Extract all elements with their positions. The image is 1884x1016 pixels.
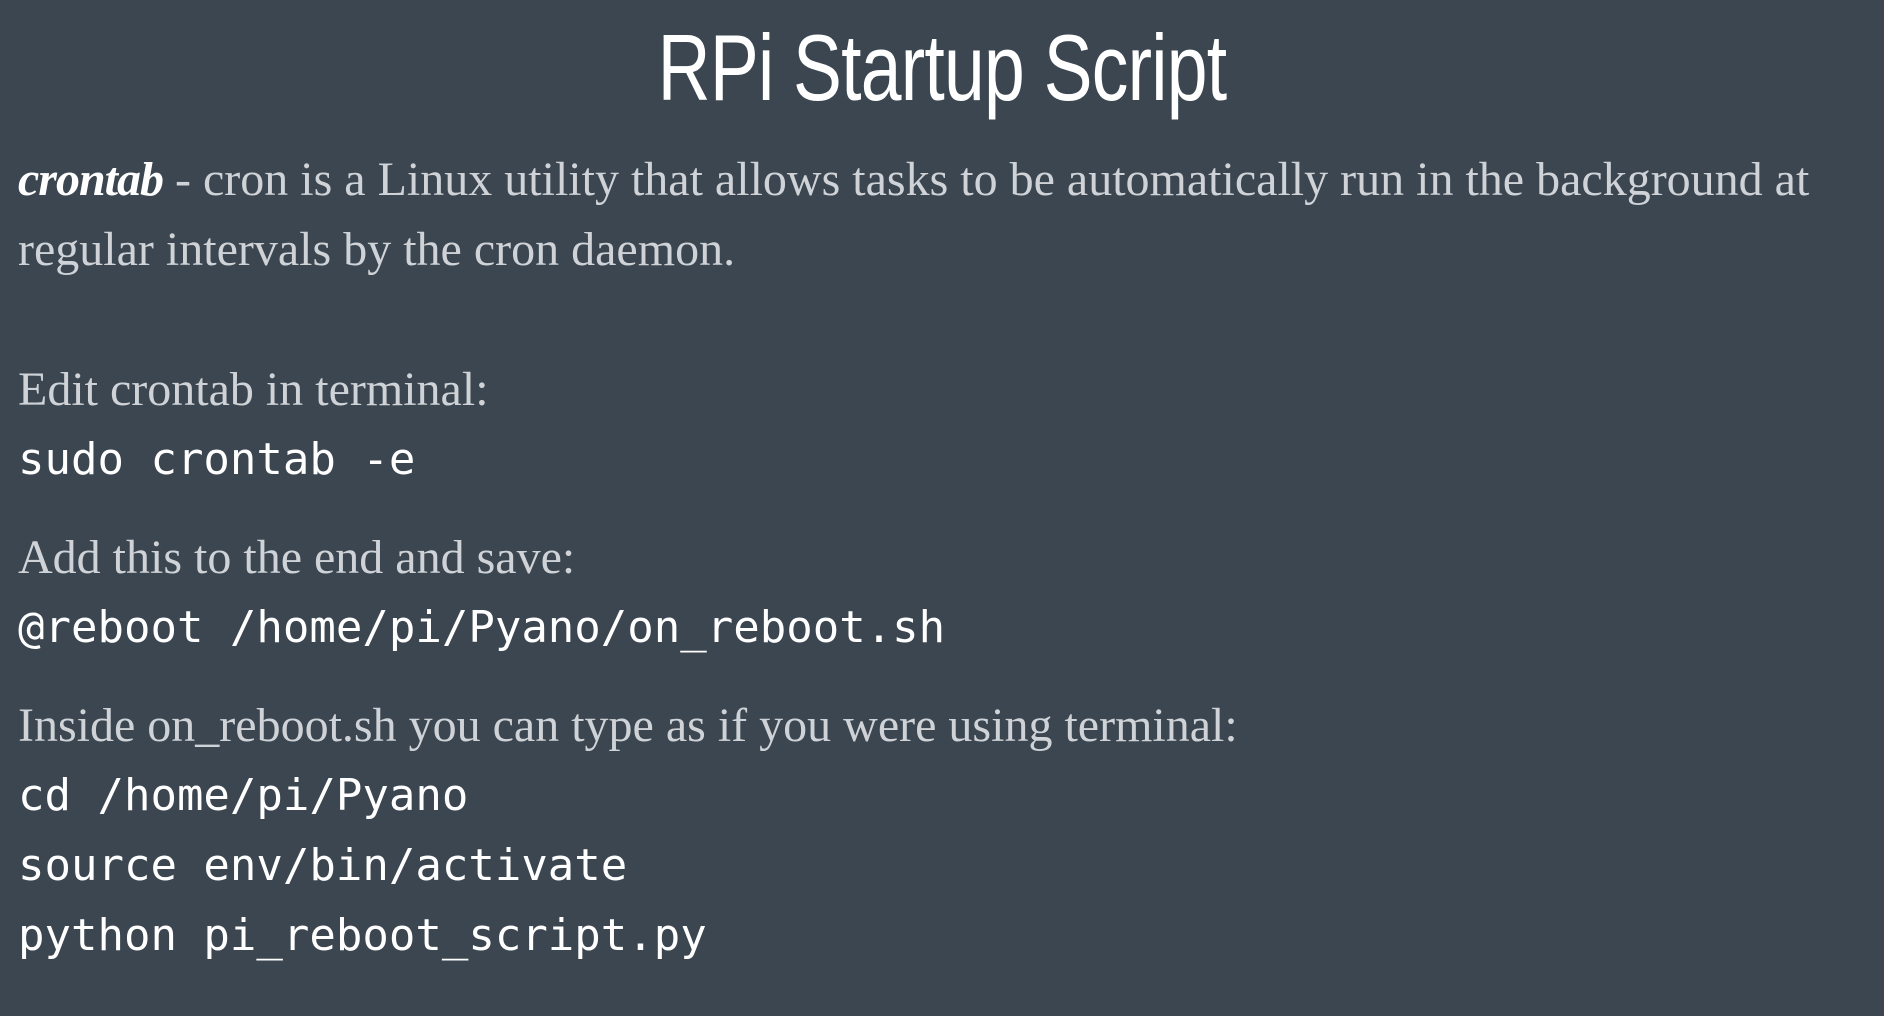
intro-term: crontab [18,153,164,206]
step2-label: Add this to the end and save: [18,531,576,584]
step3-label: Inside on_reboot.sh you can type as if y… [18,699,1238,752]
slide: RPi Startup Script crontab - cron is a L… [0,0,1884,1016]
step1-code: sudo crontab -e [18,434,416,485]
intro-text: - cron is a Linux utility that allows ta… [18,153,1810,276]
step3-code-line-2: source env/bin/activate [18,840,628,891]
intro-paragraph: crontab - cron is a Linux utility that a… [18,145,1868,285]
slide-content: crontab - cron is a Linux utility that a… [18,145,1868,971]
step1-label: Edit crontab in terminal: [18,363,489,416]
step3-code-line-3: python pi_reboot_script.py [18,910,707,961]
slide-title: RPi Startup Script [657,15,1227,120]
step2-code: @reboot /home/pi/Pyano/on_reboot.sh [18,602,946,653]
step3-code-line-1: cd /home/pi/Pyano [18,770,469,821]
